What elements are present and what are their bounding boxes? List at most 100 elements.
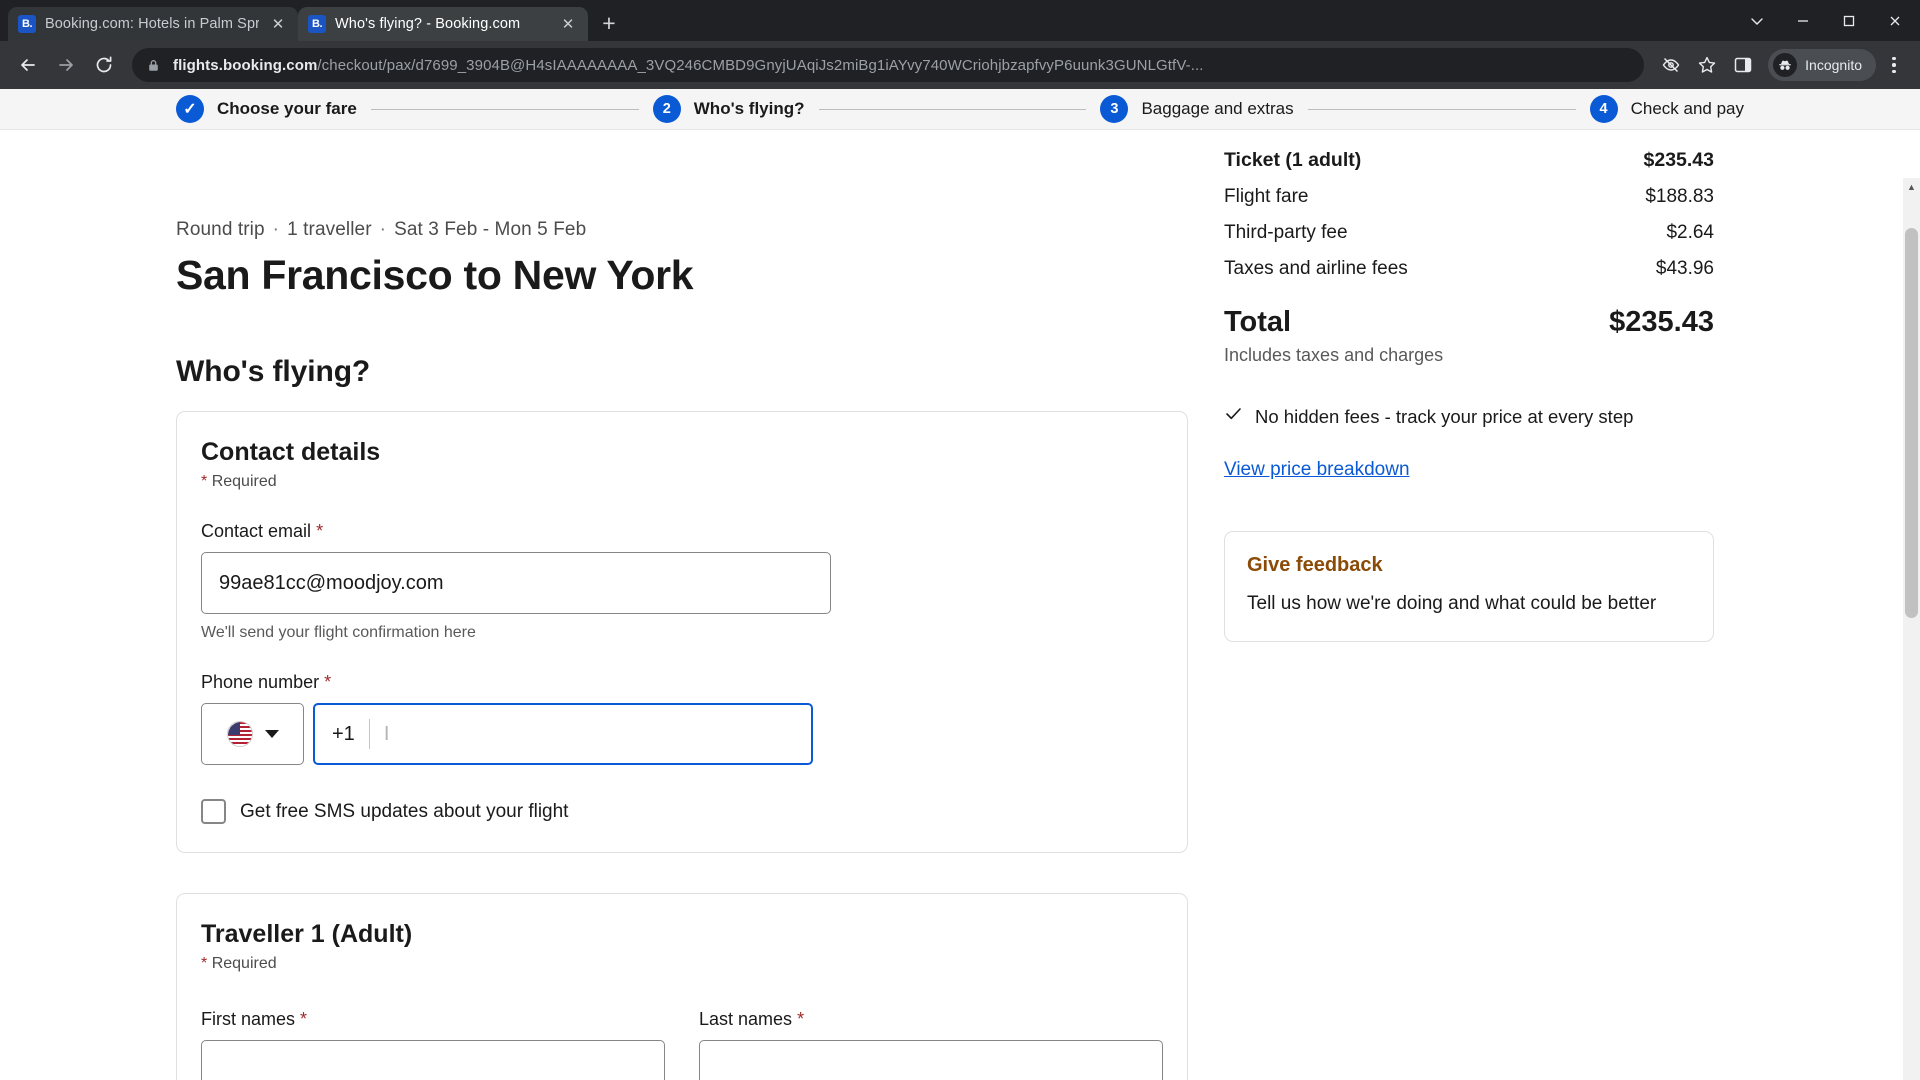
step-connector	[370, 108, 639, 110]
address-bar[interactable]: flights.booking.com/checkout/pax/d7699_3…	[132, 48, 1645, 82]
required-asterisk: *	[201, 473, 208, 490]
close-window-button[interactable]	[1872, 0, 1918, 41]
trip-travellers: 1 traveller	[287, 219, 372, 240]
side-panel-icon[interactable]	[1726, 48, 1760, 82]
booking-favicon-icon: B.	[308, 15, 326, 33]
forward-arrow-icon[interactable]	[48, 47, 84, 83]
meta-separator: ·	[379, 219, 387, 240]
step-badge-4: 4	[1589, 95, 1618, 123]
tab-title: Booking.com: Hotels in Palm Spr	[45, 16, 259, 32]
close-tab-icon[interactable]: ✕	[558, 14, 578, 34]
text-cursor-icon: I	[383, 723, 390, 745]
star-icon[interactable]	[1690, 48, 1724, 82]
three-dots-menu-icon[interactable]	[1878, 48, 1910, 82]
tab-strip: B. Booking.com: Hotels in Palm Spr ✕ B. …	[0, 0, 1920, 41]
contact-email-input[interactable]	[201, 552, 831, 614]
page-content: Round trip · 1 traveller · Sat 3 Feb - Mon 5…	[0, 130, 1920, 1080]
required-asterisk: *	[316, 521, 324, 541]
page-viewport: ✓ Choose your fare 2 Who's flying? 3 Bag…	[0, 89, 1920, 1080]
window-controls	[1734, 0, 1920, 41]
tab-search-icon[interactable]	[1734, 0, 1780, 41]
reload-icon[interactable]	[86, 47, 122, 83]
page-scrollbar[interactable]: ▲ ▼	[1903, 178, 1920, 1080]
close-tab-icon[interactable]: ✕	[268, 14, 288, 34]
price-amount: $235.43	[1643, 149, 1715, 171]
contact-email-label: Contact email *	[201, 521, 1163, 542]
step-connector	[1307, 108, 1576, 110]
first-names-input[interactable]	[201, 1040, 665, 1080]
total-amount: $235.43	[1609, 306, 1714, 338]
phone-country-select[interactable]	[201, 703, 304, 765]
required-note-label: Required	[211, 955, 277, 972]
required-asterisk: *	[201, 955, 208, 972]
price-summary-column: Ticket (1 adult) $235.43 Flight fare $18…	[1224, 130, 1714, 642]
step-choose-your-fare[interactable]: ✓ Choose your fare	[176, 95, 357, 123]
step-badge-1: ✓	[176, 95, 204, 123]
phone-number-label-text: Phone number	[201, 672, 320, 692]
price-amount: $43.96	[1655, 258, 1714, 279]
first-names-label-text: First names	[201, 1009, 296, 1029]
required-note: * Required	[201, 473, 1163, 491]
price-label: Flight fare	[1224, 186, 1309, 207]
phone-number-input-wrapper[interactable]: +1 I	[313, 703, 813, 765]
last-names-field: Last names *	[699, 979, 1163, 1080]
phone-number-label: Phone number *	[201, 672, 1163, 693]
last-names-label-text: Last names	[699, 1009, 793, 1029]
tab-title: Who's flying? - Booking.com	[335, 16, 521, 32]
step-connector	[818, 108, 1087, 110]
trip-type: Round trip	[176, 219, 265, 240]
required-asterisk: *	[324, 672, 332, 692]
contact-details-title: Contact details	[201, 438, 381, 466]
new-tab-button[interactable]: +	[592, 6, 626, 40]
chevron-down-icon	[264, 730, 279, 738]
price-row-taxes: Taxes and airline fees $43.96	[1224, 258, 1714, 280]
url-domain: flights.booking.com	[173, 56, 318, 74]
give-feedback-body: Tell us how we're doing and what could b…	[1247, 593, 1657, 614]
first-names-field: First names *	[201, 979, 665, 1080]
view-price-breakdown-link[interactable]: View price breakdown	[1224, 459, 1410, 481]
minimize-button[interactable]	[1780, 0, 1826, 41]
main-column: Round trip · 1 traveller · Sat 3 Feb - Mon 5…	[176, 130, 1188, 1080]
step-baggage-and-extras[interactable]: 3 Baggage and extras	[1100, 95, 1294, 123]
no-hidden-fees-row: No hidden fees - track your price at eve…	[1224, 404, 1714, 429]
sms-updates-checkbox[interactable]	[201, 799, 226, 824]
trip-summary-meta: Round trip · 1 traveller · Sat 3 Feb - Mon 5…	[176, 219, 1188, 241]
first-names-label: First names *	[201, 1009, 665, 1030]
check-icon	[1224, 404, 1243, 429]
incognito-hat-icon	[1773, 53, 1798, 77]
traveller-1-card: Traveller 1 (Adult) * Required First nam…	[176, 893, 1188, 1080]
phone-country-code: +1	[332, 722, 355, 745]
total-label: Total	[1224, 306, 1292, 338]
scrollbar-thumb[interactable]	[1905, 228, 1918, 618]
step-label-1: Choose your fare	[217, 99, 357, 118]
sms-updates-row[interactable]: Get free SMS updates about your flight	[201, 799, 1163, 824]
phone-number-row: +1 I	[201, 703, 1163, 765]
price-label: Ticket (1 adult)	[1224, 149, 1362, 171]
required-asterisk: *	[300, 1009, 308, 1029]
incognito-indicator[interactable]: Incognito	[1768, 49, 1876, 81]
price-amount: $2.64	[1666, 222, 1714, 243]
phone-divider	[368, 719, 370, 749]
step-whos-flying[interactable]: 2 Who's flying?	[652, 95, 805, 123]
maximize-button[interactable]	[1826, 0, 1872, 41]
no-hidden-fees-text: No hidden fees - track your price at eve…	[1255, 405, 1634, 427]
price-total-row: Total $235.43	[1224, 306, 1714, 339]
give-feedback-box[interactable]: Give feedback Tell us how we're doing an…	[1224, 531, 1714, 642]
traveller-name-grid: First names * Last names *	[201, 979, 1163, 1080]
required-asterisk: *	[797, 1009, 805, 1029]
browser-tab-2[interactable]: B. Who's flying? - Booking.com ✕	[298, 7, 588, 41]
scroll-up-arrow-icon[interactable]: ▲	[1903, 178, 1920, 195]
step-label-3: Baggage and extras	[1141, 99, 1294, 118]
checkout-progress-stepper: ✓ Choose your fare 2 Who's flying? 3 Bag…	[0, 89, 1920, 130]
eye-slash-icon[interactable]	[1654, 48, 1688, 82]
step-check-and-pay[interactable]: 4 Check and pay	[1589, 95, 1744, 123]
browser-tab-1[interactable]: B. Booking.com: Hotels in Palm Spr ✕	[8, 7, 298, 41]
url-path: /checkout/pax/d7699_3904B@H4sIAAAAAAAA_3…	[317, 56, 1204, 74]
back-arrow-icon[interactable]	[10, 47, 46, 83]
sms-updates-label: Get free SMS updates about your flight	[240, 800, 569, 822]
last-names-input[interactable]	[699, 1040, 1163, 1080]
step-badge-2: 2	[652, 95, 681, 123]
page-title: San Francisco to New York	[176, 252, 694, 298]
booking-favicon-icon: B.	[18, 15, 36, 33]
price-row-third-party-fee: Third-party fee $2.64	[1224, 222, 1714, 244]
